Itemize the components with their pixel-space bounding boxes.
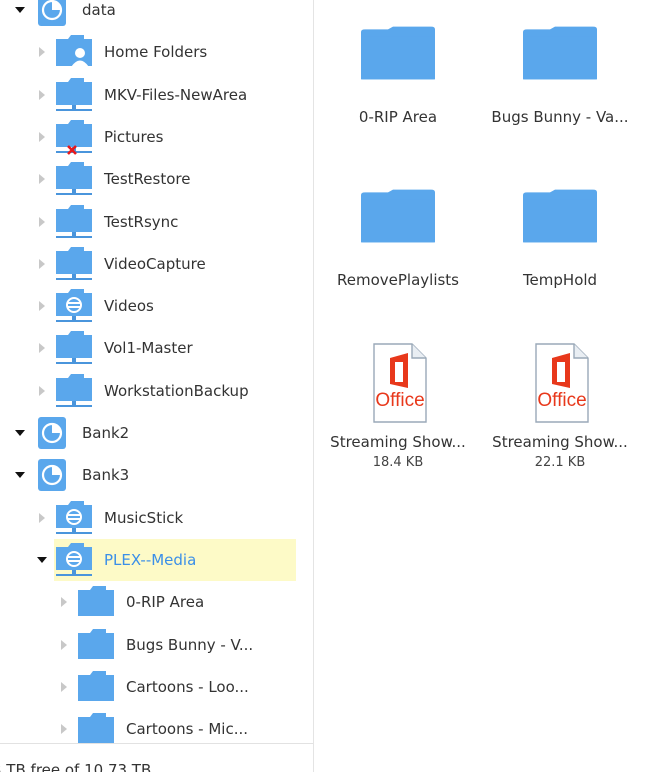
expand-arrow-icon[interactable] (34, 340, 50, 356)
expand-arrow-icon[interactable] (34, 214, 50, 230)
tree-item-label: WorkstationBackup (104, 381, 249, 400)
tree-item-bank2[interactable]: Bank2 (0, 412, 313, 454)
file-grid: 0-RIP Area Bugs Bunny - Va... RemovePlayli… (314, 0, 647, 772)
folder-icon (76, 584, 116, 620)
shared-folder-icon (54, 77, 94, 113)
collapse-arrow-icon[interactable] (12, 2, 28, 18)
grid-folder-bugs-bunny-va[interactable]: Bugs Bunny - Va... (479, 26, 641, 176)
sync-folder-icon (54, 542, 94, 578)
folder-icon (76, 711, 116, 747)
folder-icon (522, 26, 598, 82)
tree-item-label: Home Folders (104, 43, 208, 62)
tree-item-label: Cartoons - Loo... (126, 677, 249, 696)
expand-arrow-icon[interactable] (56, 594, 72, 610)
expand-arrow-icon[interactable] (56, 679, 72, 695)
expand-arrow-icon[interactable] (34, 256, 50, 272)
grid-folder-removeplaylists[interactable]: RemovePlaylists (317, 189, 479, 339)
grid-item-name: Bugs Bunny - Va... (491, 108, 629, 126)
grid-folder-0-rip-area[interactable]: 0-RIP Area (317, 26, 479, 176)
expand-arrow-icon[interactable] (34, 510, 50, 526)
folder-icon (360, 189, 436, 245)
shared-folder-icon (54, 330, 94, 366)
folder-icon (360, 26, 436, 82)
shared-folder-icon (54, 204, 94, 240)
sync-folder-icon (54, 500, 94, 536)
grid-item-name: RemovePlaylists (337, 271, 459, 289)
tree-item-0-rip-area[interactable]: 0-RIP Area (0, 581, 313, 623)
expand-arrow-icon[interactable] (56, 637, 72, 653)
tree-item-musicstick[interactable]: MusicStick (0, 497, 313, 539)
expand-arrow-icon[interactable] (34, 298, 50, 314)
expand-arrow-icon[interactable] (34, 171, 50, 187)
home-folder-icon (54, 34, 94, 70)
tree-item-label: Cartoons - Mic... (126, 720, 248, 739)
tree-item-label: Pictures (104, 127, 164, 146)
tree-item-testrestore[interactable]: TestRestore (0, 158, 313, 200)
tree-item-bank3[interactable]: Bank3 (0, 454, 313, 496)
collapse-arrow-icon[interactable] (34, 552, 50, 568)
shared-folder-error-icon (54, 119, 94, 155)
tree-item-pictures[interactable]: Pictures (0, 116, 313, 158)
tree-item-plex-media[interactable]: PLEX--Media (0, 538, 313, 581)
grid-item-name: Streaming Show... (492, 433, 628, 451)
expand-arrow-icon[interactable] (56, 721, 72, 737)
sync-folder-icon (54, 288, 94, 324)
tree-item-label: data (82, 1, 116, 19)
folder-icon (76, 627, 116, 663)
tree-item-cartoons-loo[interactable]: Cartoons - Loo... (0, 666, 313, 708)
shared-folder-icon (54, 161, 94, 197)
office-icon-text: Office (537, 390, 587, 411)
grid-item-name: Streaming Show... (330, 433, 466, 451)
file-browser-window: data Home Folders MKV-Files-NewArea Picture… (0, 0, 647, 772)
office-file-icon: Office (360, 342, 436, 426)
folder-icon (522, 189, 598, 245)
tree-item-mkv-files-newarea[interactable]: MKV-Files-NewArea (0, 74, 313, 116)
office-file-icon: Office (522, 342, 598, 426)
collapse-arrow-icon[interactable] (12, 467, 28, 483)
volume-icon (32, 0, 72, 28)
expand-arrow-icon[interactable] (34, 129, 50, 145)
tree-item-testrsync[interactable]: TestRsync (0, 201, 313, 243)
tree-item-bugs-bunny-v[interactable]: Bugs Bunny - V... (0, 624, 313, 666)
grid-item-size: 18.4 KB (372, 455, 424, 470)
tree-item-home-folders[interactable]: Home Folders (0, 31, 313, 73)
storage-status-text: 3 TB free of 10.73 TB (0, 761, 152, 772)
grid-item-name: 0-RIP Area (358, 108, 438, 126)
tree-item-label: VideoCapture (104, 254, 206, 273)
grid-folder-temphold[interactable]: TempHold (479, 189, 641, 339)
tree-item-label: Bank3 (82, 466, 130, 485)
tree-item-label: Bank2 (82, 424, 130, 442)
folder-tree[interactable]: data Home Folders MKV-Files-NewArea Picture… (0, 0, 313, 772)
tree-item-data[interactable]: data (0, 0, 313, 31)
tree-item-label: TestRsync (104, 212, 179, 231)
tree-item-label: 0-RIP Area (126, 593, 205, 612)
tree-item-workstationbackup[interactable]: WorkstationBackup (0, 370, 313, 412)
tree-item-label: PLEX--Media (104, 550, 197, 569)
expand-arrow-icon[interactable] (34, 44, 50, 60)
expand-arrow-icon[interactable] (34, 383, 50, 399)
tree-item-videocapture[interactable]: VideoCapture (0, 243, 313, 285)
office-icon-text: Office (375, 390, 425, 411)
tree-item-videos[interactable]: Videos (0, 285, 313, 327)
tree-item-label: MusicStick (104, 508, 184, 527)
volume-icon (32, 415, 72, 451)
tree-item-label: Bugs Bunny - V... (126, 635, 254, 654)
tree-item-label: Videos (104, 297, 154, 316)
folder-icon (76, 669, 116, 705)
expand-arrow-icon[interactable] (34, 87, 50, 103)
tree-bottom-separator (0, 743, 313, 744)
grid-item-size: 22.1 KB (534, 455, 586, 470)
grid-file-streaming-show[interactable]: Office Streaming Show... 18.4 KB (317, 342, 479, 494)
tree-item-vol1-master[interactable]: Vol1-Master (0, 327, 313, 369)
tree-item-label: TestRestore (104, 170, 191, 189)
grid-file-streaming-show[interactable]: Office Streaming Show... 22.1 KB (479, 342, 641, 494)
tree-item-label: MKV-Files-NewArea (104, 85, 248, 104)
volume-icon (32, 457, 72, 493)
grid-item-name: TempHold (522, 271, 598, 289)
shared-folder-icon (54, 373, 94, 409)
collapse-arrow-icon[interactable] (12, 425, 28, 441)
shared-folder-icon (54, 246, 94, 282)
tree-item-label: Vol1-Master (104, 339, 193, 358)
